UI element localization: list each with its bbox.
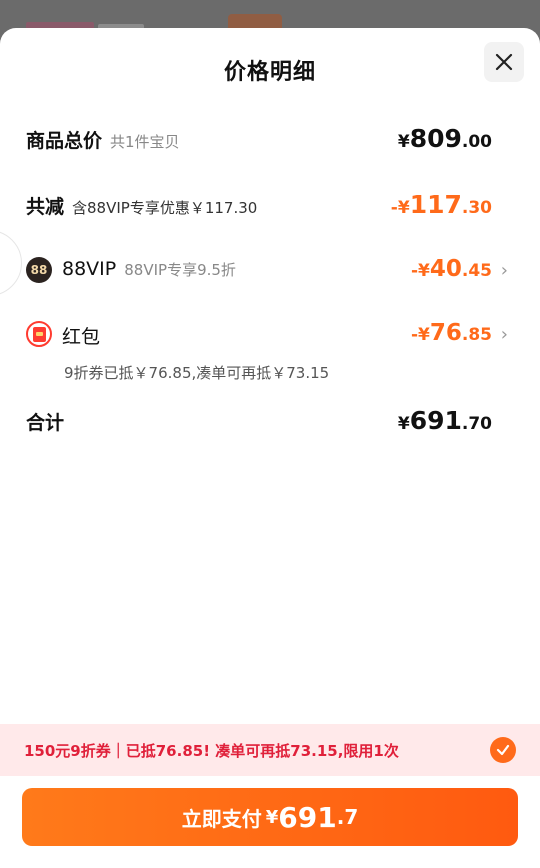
price-decimal: .45: [461, 261, 492, 281]
pay-currency: ¥: [265, 806, 279, 828]
checkmark-icon[interactable]: [490, 737, 516, 763]
price-decimal: .00: [461, 132, 492, 152]
pay-amount-integer: 691: [278, 800, 337, 834]
price-integer: 76: [429, 320, 462, 346]
discount-price: -¥117.30: [391, 190, 492, 219]
total-label: 合计: [26, 412, 65, 434]
price-detail-sheet: 价格明细 商品总价 共1件宝贝 ¥809.00 共减 含88VIP专享优惠￥117.…: [0, 28, 540, 868]
price-prefix: -¥: [410, 261, 430, 281]
hongbao-label: 红包: [62, 326, 101, 348]
pay-amount-decimal: .7: [336, 805, 359, 829]
price-integer: 809: [409, 124, 462, 153]
sheet-title: 价格明细: [223, 60, 316, 85]
hongbao-row[interactable]: 红包 -¥76.85 ›: [0, 318, 540, 352]
close-button[interactable]: [484, 42, 524, 82]
vip-title: 88VIP: [62, 258, 117, 280]
goods-total-label: 商品总价 共1件宝贝: [26, 126, 180, 153]
price-prefix: -¥: [410, 325, 430, 345]
hongbao-note: 9折券已抵￥76.85,凑单可再抵￥73.15: [64, 364, 330, 382]
check-glyph: [496, 744, 510, 756]
price-currency: ¥: [397, 132, 410, 152]
price-decimal: .85: [461, 325, 492, 345]
discount-label: 共减 含88VIP专享优惠￥117.30: [26, 192, 257, 219]
discount-detail: 含88VIP专享优惠￥117.30: [72, 199, 258, 217]
vip-detail: 88VIP专享9.5折: [124, 261, 236, 279]
goods-total-price: ¥809.00: [398, 124, 492, 153]
close-icon: [495, 53, 513, 71]
red-envelope-icon: [26, 321, 52, 347]
chevron-right-icon: ›: [500, 260, 508, 281]
price-prefix: -¥: [390, 198, 410, 218]
price-decimal: .70: [461, 414, 492, 434]
pay-now-button[interactable]: 立即支付 ¥ 691 .7: [22, 788, 518, 846]
hongbao-price: -¥76.85: [411, 320, 492, 346]
total-row: 合计 ¥691.70: [0, 404, 540, 438]
coupon-promo-bar[interactable]: 150元9折券｜已抵76.85! 凑单可再抵73.15,限用1次: [0, 724, 540, 776]
price-currency: ¥: [397, 414, 410, 434]
88vip-icon: 88: [26, 257, 52, 283]
goods-total-row: 商品总价 共1件宝贝 ¥809.00: [0, 124, 540, 156]
price-integer: 40: [429, 256, 462, 282]
pay-now-label: 立即支付: [181, 806, 262, 831]
price-integer: 691: [409, 406, 462, 435]
goods-total-title: 商品总价: [26, 130, 103, 152]
coupon-promo-text: 150元9折券｜已抵76.85! 凑单可再抵73.15,限用1次: [24, 741, 399, 760]
price-decimal: .30: [461, 198, 492, 218]
total-price: ¥691.70: [398, 406, 492, 435]
discount-row: 共减 含88VIP专享优惠￥117.30 -¥117.30: [0, 190, 540, 222]
discount-title: 共减: [26, 196, 65, 218]
chevron-right-icon: ›: [500, 324, 508, 345]
price-integer: 117: [409, 190, 462, 219]
vip-discount-price: -¥40.45: [411, 256, 492, 282]
goods-total-count: 共1件宝贝: [110, 133, 180, 151]
vip-label: 88VIP 88VIP专享9.5折: [62, 258, 236, 280]
vip-discount-row[interactable]: 88 88VIP 88VIP专享9.5折 -¥40.45 ›: [0, 254, 540, 288]
